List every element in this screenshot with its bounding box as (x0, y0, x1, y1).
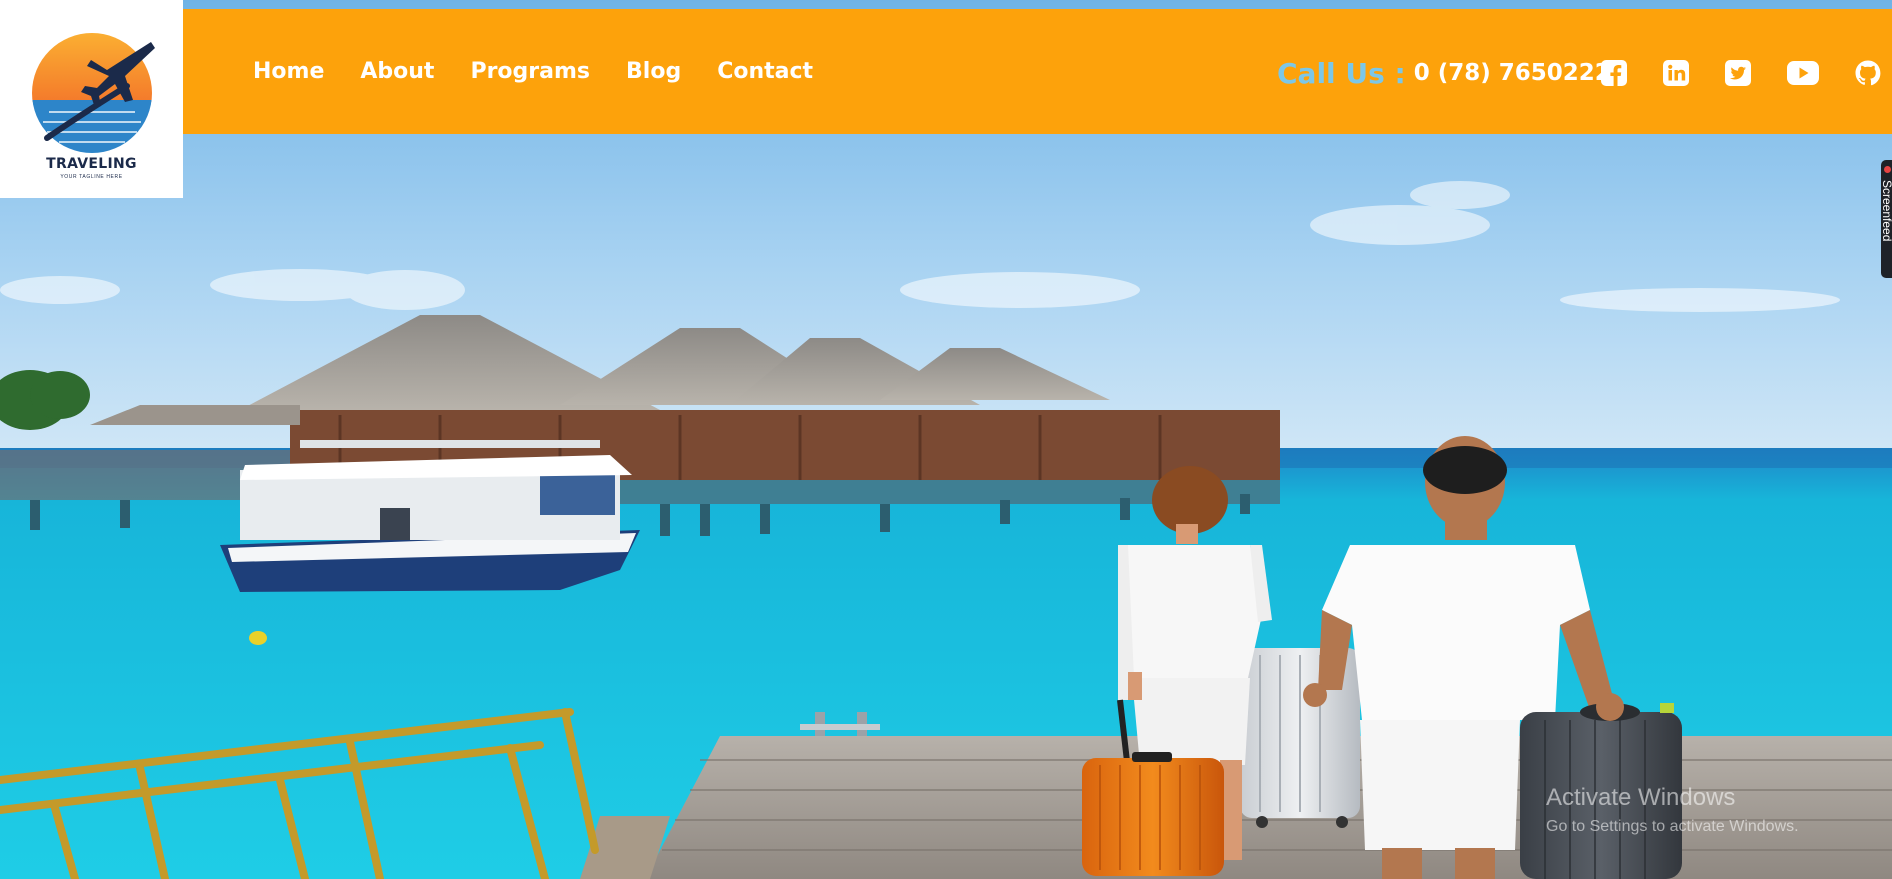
facebook-icon[interactable] (1600, 59, 1628, 87)
side-tab-label: Screenfeed (1881, 180, 1892, 242)
top-navbar: Home About Programs Blog Contact Call Us… (183, 9, 1892, 134)
call-us-label: Call Us : (1277, 56, 1406, 90)
phone-number[interactable]: 0 (78) 7650222 (1414, 60, 1611, 86)
call-us: Call Us : 0 (78) 7650222 (1277, 9, 1611, 137)
nav-link-contact[interactable]: Contact (717, 59, 813, 84)
social-links (1600, 9, 1882, 137)
nav-link-about[interactable]: About (360, 59, 434, 84)
github-icon[interactable] (1854, 59, 1882, 87)
twitter-icon[interactable] (1724, 59, 1752, 87)
linkedin-icon[interactable] (1662, 59, 1690, 87)
screenfeed-side-tab[interactable]: Screenfeed (1881, 160, 1892, 278)
brand-tagline: YOUR TAGLINE HERE (60, 174, 123, 180)
brand-name: TRAVELING (46, 156, 137, 172)
main-nav: Home About Programs Blog Contact (253, 9, 813, 134)
record-dot-icon (1884, 166, 1891, 173)
youtube-icon[interactable] (1786, 59, 1820, 87)
nav-link-blog[interactable]: Blog (626, 59, 681, 84)
airplane-sunset-logo-icon (31, 33, 155, 153)
nav-link-home[interactable]: Home (253, 59, 324, 84)
nav-link-programs[interactable]: Programs (470, 59, 590, 84)
site-logo[interactable]: TRAVELING YOUR TAGLINE HERE (0, 0, 183, 198)
